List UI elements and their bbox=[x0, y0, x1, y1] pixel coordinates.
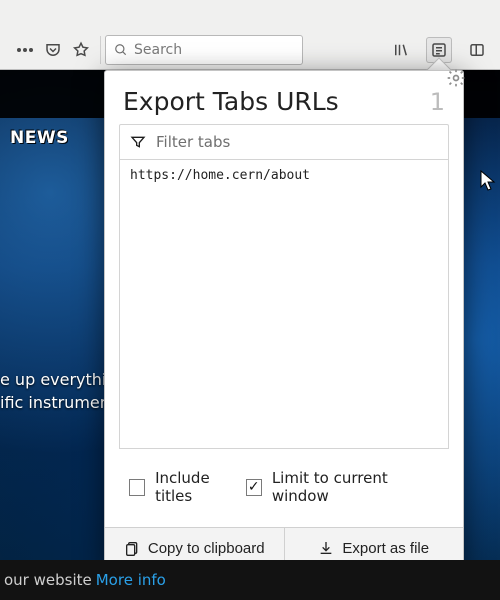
filter-placeholder: Filter tabs bbox=[156, 133, 230, 151]
pocket-icon[interactable] bbox=[44, 41, 62, 59]
search-icon bbox=[114, 43, 128, 57]
footer-more-info-link[interactable]: More info bbox=[96, 571, 166, 589]
download-icon bbox=[318, 540, 334, 556]
limit-window-checkbox[interactable]: Limit to current window bbox=[246, 469, 439, 505]
page-actions-icon[interactable] bbox=[16, 47, 34, 53]
browser-chrome: Search bbox=[0, 0, 500, 70]
checkbox-box bbox=[246, 479, 262, 496]
panel-title: Export Tabs URLs bbox=[123, 87, 339, 116]
cookie-footer: our website More info bbox=[0, 560, 500, 600]
footer-text: our website bbox=[4, 571, 92, 589]
nav-item-news[interactable]: NEWS bbox=[10, 128, 69, 148]
checkbox-label: Include titles bbox=[155, 469, 246, 505]
button-label: Export as file bbox=[342, 540, 429, 557]
sidebar-toggle-icon[interactable] bbox=[464, 37, 490, 63]
toolbar: Search bbox=[0, 30, 500, 70]
filter-input[interactable]: Filter tabs bbox=[119, 124, 449, 159]
library-icon[interactable] bbox=[388, 37, 414, 63]
checkbox-box bbox=[129, 479, 145, 496]
settings-gear-icon[interactable] bbox=[436, 68, 466, 98]
toolbar-separator bbox=[100, 36, 101, 64]
checkbox-label: Limit to current window bbox=[272, 469, 439, 505]
clipboard-icon bbox=[124, 540, 140, 556]
search-placeholder: Search bbox=[134, 42, 182, 58]
bookmark-star-icon[interactable] bbox=[72, 41, 90, 59]
search-input[interactable]: Search bbox=[105, 35, 303, 65]
filter-icon bbox=[130, 134, 146, 150]
button-label: Copy to clipboard bbox=[148, 540, 265, 557]
include-titles-checkbox[interactable]: Include titles bbox=[129, 469, 246, 505]
urls-textarea[interactable] bbox=[119, 159, 449, 449]
extension-popup: Export Tabs URLs 1 Filter tabs Include t… bbox=[104, 70, 464, 569]
